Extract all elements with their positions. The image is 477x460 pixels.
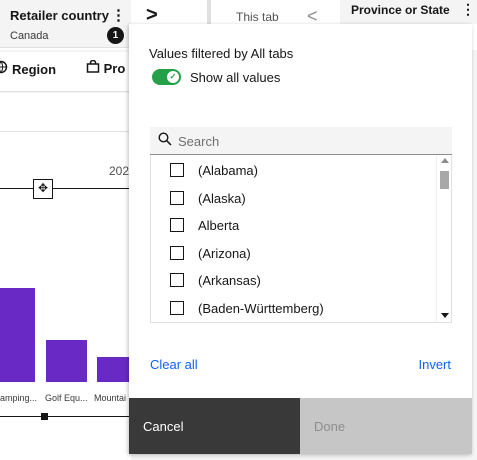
category-label: Golf Equ...	[45, 393, 88, 403]
invert-link[interactable]: Invert	[418, 357, 451, 372]
filter-count-badge: 1	[107, 27, 124, 44]
tab-label: This tab	[236, 10, 279, 24]
move-icon[interactable]: ✥	[33, 179, 53, 199]
checkbox[interactable]	[170, 163, 184, 177]
range-slider-track	[0, 416, 131, 417]
list-item-label: (Baden-Württemberg)	[198, 301, 324, 316]
clear-all-link[interactable]: Clear all	[150, 357, 198, 372]
list-item[interactable]: Alberta	[151, 212, 437, 239]
divider	[0, 131, 131, 132]
checkbox[interactable]	[170, 301, 184, 315]
checkbox[interactable]	[170, 273, 184, 287]
list-item[interactable]: (Alabama)	[151, 157, 437, 184]
chart-bar	[97, 357, 131, 382]
checkbox[interactable]	[170, 191, 184, 205]
list-item-label: (Arkansas)	[198, 273, 261, 288]
scroll-up-arrow-icon[interactable]	[441, 158, 449, 163]
region-button[interactable]: Region	[0, 60, 56, 77]
scrollbar-thumb[interactable]	[440, 171, 449, 189]
overflow-menu-icon[interactable]: ⋮	[461, 1, 475, 18]
list-item[interactable]: (Arizona)	[151, 240, 437, 267]
retailer-country-filter[interactable]: Retailer country Canada ⋮ 1	[0, 0, 131, 48]
chart-toolbar: Region Pro	[0, 52, 131, 92]
product-label: Pro	[103, 61, 126, 76]
list-item[interactable]: (Alaska)	[151, 185, 437, 212]
list-item[interactable]: (Arkansas)	[151, 267, 437, 294]
year-label: 202	[109, 164, 130, 178]
values-list: (Alabama) (Alaska) Alberta (Arizona) (Ar…	[150, 155, 452, 323]
product-button[interactable]: Pro	[86, 59, 126, 76]
list-item-label: (Alabama)	[198, 163, 258, 178]
search-input[interactable]	[178, 127, 446, 155]
checkmark-icon: ✓	[167, 71, 179, 83]
done-button[interactable]: Done	[300, 398, 472, 454]
category-label: amping...	[0, 393, 38, 403]
shopping-bag-icon	[86, 59, 100, 73]
filtered-by-label: Values filtered by All tabs	[149, 46, 294, 61]
category-label: Mountai	[94, 393, 127, 403]
show-all-values-label: Show all values	[190, 70, 281, 85]
search-icon	[158, 132, 172, 146]
list-item[interactable]: (Baden-Württemberg)	[151, 295, 437, 322]
chart-axis-line	[0, 188, 131, 189]
list-scrollbar[interactable]	[436, 155, 451, 322]
cancel-button[interactable]: Cancel	[129, 398, 300, 454]
show-all-values-toggle[interactable]: ✓	[152, 69, 181, 85]
range-slider-handle[interactable]	[41, 413, 48, 420]
list-item-label: Alberta	[198, 218, 240, 233]
search-box	[150, 127, 452, 155]
scroll-down-arrow-icon[interactable]	[441, 313, 449, 318]
globe-icon	[0, 60, 8, 77]
checkbox[interactable]	[170, 246, 184, 260]
chart-bar	[0, 288, 35, 382]
filter-value: Canada	[10, 30, 49, 42]
filter-values-panel: Values filtered by All tabs ✓ Show all v…	[129, 24, 472, 454]
chart-bar	[46, 340, 87, 382]
filter-title: Province or State	[351, 3, 450, 17]
province-filter[interactable]: Province or State ⋮	[340, 0, 477, 24]
list-item-label: (Alaska)	[198, 191, 246, 206]
chart-canvas	[0, 93, 131, 460]
overflow-menu-icon[interactable]: ⋮	[111, 6, 126, 24]
region-label: Region	[12, 62, 57, 77]
list-item-label: (Arizona)	[198, 246, 251, 261]
checkbox[interactable]	[170, 218, 184, 232]
filter-title: Retailer country	[10, 8, 109, 23]
